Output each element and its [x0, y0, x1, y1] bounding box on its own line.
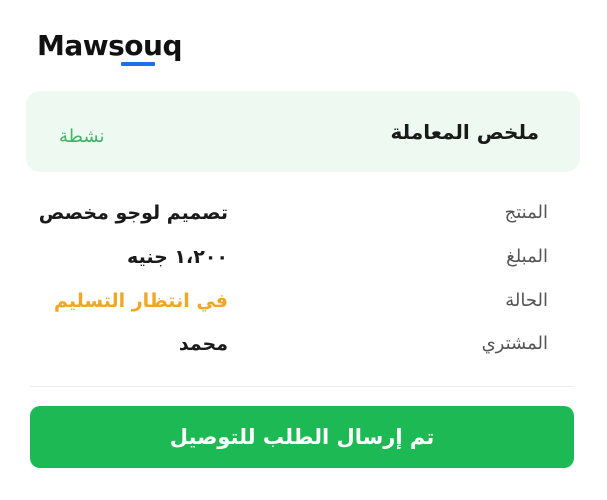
status-badge: نشطة — [59, 126, 105, 147]
divider — [30, 386, 574, 387]
amount-label: المبلغ — [506, 246, 548, 267]
brand-logo: Mawsouq — [37, 29, 183, 62]
buyer-label: المشتري — [481, 333, 548, 354]
detail-row-status: الحالة في انتظار التسليم — [30, 287, 550, 319]
summary-title: ملخص المعاملة — [390, 120, 539, 144]
transaction-screen: Mawsouq ملخص المعاملة نشطة المنتج تصميم … — [0, 0, 607, 500]
status-label: الحالة — [505, 290, 548, 311]
product-value: تصميم لوجو مخصص — [38, 202, 228, 224]
order-shipped-button[interactable]: تم إرسال الطلب للتوصيل — [30, 406, 574, 468]
detail-row-amount: المبلغ ١،٢٠٠ جنيه — [30, 243, 550, 275]
status-value: في انتظار التسليم — [53, 290, 228, 312]
transaction-summary-card: ملخص المعاملة نشطة — [26, 91, 580, 172]
buyer-value: محمد — [178, 333, 228, 355]
detail-row-buyer: المشتري محمد — [30, 330, 550, 362]
detail-row-product: المنتج تصميم لوجو مخصص — [30, 199, 550, 231]
product-label: المنتج — [504, 202, 548, 223]
logo-accent-underline — [121, 62, 155, 66]
amount-value: ١،٢٠٠ جنيه — [127, 246, 228, 268]
